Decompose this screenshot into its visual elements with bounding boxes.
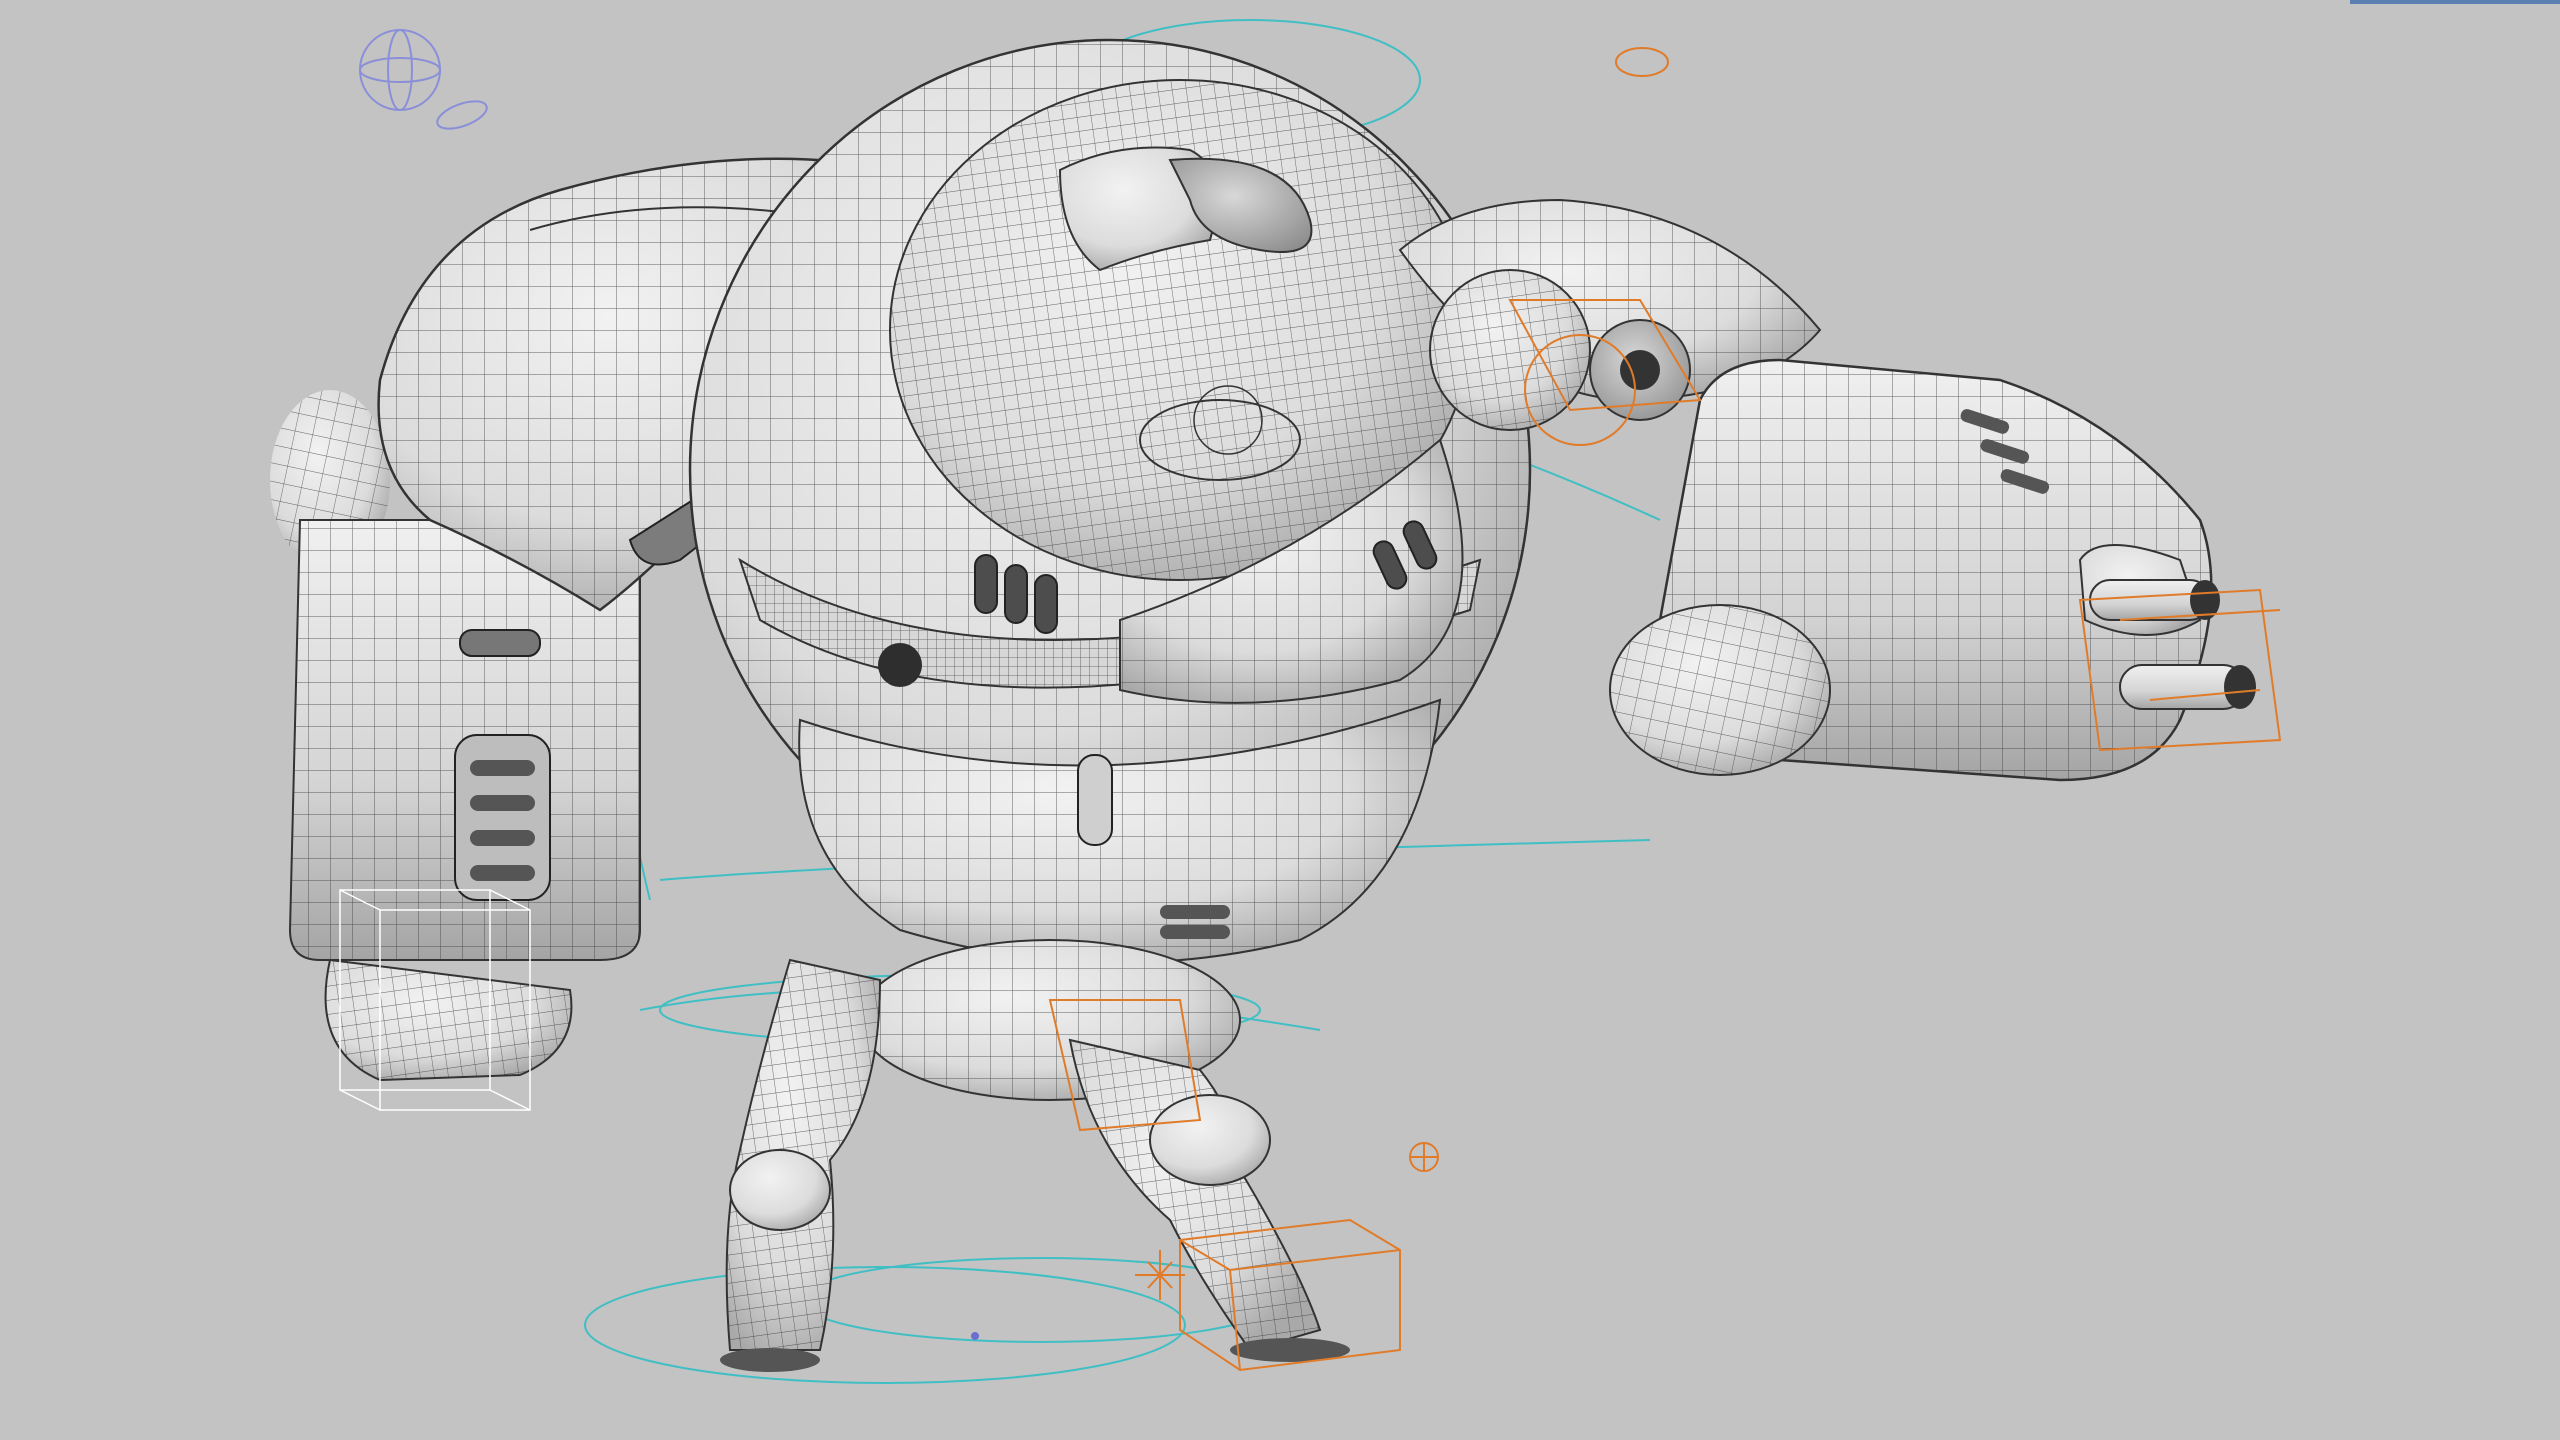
origin-marker[interactable] (971, 1332, 979, 1340)
translate-locator-icon[interactable] (1135, 1250, 1185, 1300)
viewport-scene[interactable] (0, 0, 2560, 1440)
head-control-curve[interactable] (1615, 47, 1669, 77)
joint-sphere-icon[interactable] (359, 29, 490, 134)
viewport-frame-indicator (2350, 0, 2560, 4)
torso-mesh[interactable] (688, 38, 1532, 964)
3d-viewport[interactable] (0, 0, 2560, 1440)
legs-mesh[interactable] (720, 939, 1401, 1372)
pivot-locator-icon[interactable] (1409, 1142, 1439, 1172)
right-arm-cannon-mesh[interactable] (1398, 198, 2282, 782)
